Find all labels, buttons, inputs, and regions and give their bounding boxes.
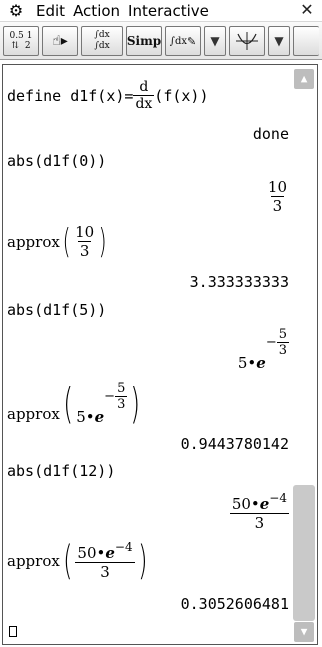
right-paren: ) — [98, 221, 107, 262]
input-3-den: 3 — [77, 241, 92, 260]
input-3-fn: approx — [7, 232, 60, 251]
arrow-icon: ⇅ — [11, 41, 19, 51]
input-7-num: 50• e −4 — [75, 540, 134, 562]
input-line-5[interactable]: approx ( 5• e − 5 3 ) — [7, 381, 144, 426]
result-2-den: 3 — [270, 196, 285, 215]
result-4-e: e — [256, 354, 266, 372]
output-line-4: 5• e − 5 3 — [238, 327, 289, 372]
derivative-operator: d dx — [133, 79, 155, 112]
output-line-3: 3.333333333 — [189, 273, 289, 291]
integral-top-label: ∫dx — [94, 30, 110, 40]
integral-label: ∫dx — [169, 35, 188, 47]
left-paren: ( — [63, 378, 73, 428]
input-5-expr: 5• e − 5 3 — [76, 381, 128, 426]
pencil-icon: ✎ — [187, 34, 197, 48]
input-line-4[interactable]: abs(d1f(5)) — [7, 301, 106, 319]
output-line-7: 0.3052606481 — [180, 595, 289, 613]
simp-button[interactable]: Simp — [126, 26, 162, 56]
close-icon[interactable]: ✕ — [298, 1, 316, 19]
input-line-6[interactable]: abs(d1f(12)) — [7, 462, 115, 480]
derivative-d: d — [139, 79, 149, 95]
output-line-1: done — [252, 125, 289, 143]
input-cursor[interactable] — [9, 626, 17, 637]
input-5-exp-den: 3 — [115, 396, 128, 412]
scroll-up-icon[interactable]: ▲ — [294, 69, 314, 89]
result-4-exp-sign: − — [265, 335, 277, 350]
menu-interactive[interactable]: Interactive — [128, 2, 209, 20]
result-4-exp-num: 5 — [278, 327, 287, 342]
input-5-exponent: − 5 3 — [104, 381, 128, 412]
dropdown-arrow-2[interactable]: ▼ — [268, 26, 290, 56]
integral-edit-button[interactable]: ∫dx ✎ — [165, 26, 201, 56]
toolbar: 0.5 1 ⇅ 2 ☝▸ ∫dx ∫dx Simp ∫dx ✎ ▼ ▼ — [0, 22, 322, 60]
output-line-5: 0.9443780142 — [180, 435, 289, 453]
result-6-e: e — [259, 495, 270, 513]
integral-bottom-label: ∫dx — [94, 41, 110, 51]
decimal-label: 0.5 — [9, 31, 24, 41]
result-4-exp-frac: 5 3 — [276, 327, 289, 358]
result-6-num: 50• e −4 — [230, 491, 289, 513]
output-line-6: 50• e −4 3 — [229, 491, 289, 532]
left-paren: ( — [62, 537, 73, 584]
input-7-fn: approx — [7, 551, 60, 570]
result-2-num: 10 — [267, 178, 287, 196]
menu-edit[interactable]: Edit — [36, 2, 65, 20]
derivative-dx: dx — [133, 95, 155, 112]
input-line-1[interactable]: define d1f(x)= d dx (f(x)) — [7, 79, 208, 112]
result-2-fraction: 10 3 — [266, 178, 289, 215]
input-5-fn: approx — [7, 404, 60, 423]
menu-bar: ⚙ Edit Action Interactive ✕ — [0, 0, 322, 22]
input-7-exp: −4 — [114, 540, 133, 554]
input-7-e: e — [105, 544, 115, 562]
graph-button[interactable] — [229, 26, 265, 56]
fraction-bottom: 2 — [24, 41, 31, 51]
hand-pointer-icon: ☝▸ — [52, 33, 68, 49]
input-1-prefix: define d1f(x)= — [7, 86, 134, 105]
output-line-2: 10 3 — [266, 178, 289, 215]
input-line-7[interactable]: approx ( 50• e −4 3 ) — [7, 540, 150, 581]
result-6-den: 3 — [229, 513, 289, 532]
dropdown-arrow-1[interactable]: ▼ — [204, 26, 226, 56]
scroll-down-icon[interactable]: ▼ — [294, 622, 314, 642]
input-line-2[interactable]: abs(d1f(0)) — [7, 152, 106, 170]
toolbar-more[interactable] — [293, 26, 319, 56]
result-6-coef: 50• — [231, 495, 260, 513]
fraction-decimal-button[interactable]: 0.5 1 ⇅ 2 — [3, 26, 39, 56]
input-5-coef: 5• — [76, 408, 95, 426]
result-4-exp-den: 3 — [276, 342, 289, 358]
input-5-exp-num: 5 — [117, 381, 126, 396]
left-paren: ( — [62, 221, 71, 262]
input-5-e: e — [94, 408, 105, 426]
integral-derivative-button[interactable]: ∫dx ∫dx — [81, 26, 123, 56]
input-3-fraction: 10 3 — [73, 223, 96, 260]
fraction-top: 1 — [26, 31, 33, 41]
result-6-exp: −4 — [269, 491, 287, 505]
graph-icon — [236, 32, 258, 50]
gear-icon[interactable]: ⚙ — [4, 1, 28, 20]
right-paren: ) — [130, 378, 141, 428]
result-4-exponent: − 5 3 — [266, 327, 289, 358]
input-5-exp-sign: − — [104, 389, 116, 404]
input-7-fraction: 50• e −4 3 — [75, 540, 135, 581]
input-5-exp-frac: 5 3 — [115, 381, 128, 412]
vertical-scrollbar[interactable]: ▲ ▼ — [293, 67, 315, 642]
right-paren: ) — [137, 537, 148, 584]
result-6-fraction: 50• e −4 3 — [229, 491, 289, 532]
menu-action[interactable]: Action — [73, 2, 120, 20]
scroll-thumb[interactable] — [293, 485, 315, 621]
input-1-suffix: (f(x)) — [154, 86, 209, 105]
input-3-num: 10 — [75, 223, 95, 241]
input-7-coef: 50• — [77, 544, 106, 562]
main-worksheet[interactable]: define d1f(x)= d dx (f(x)) done abs(d1f(… — [2, 64, 318, 645]
input-line-3[interactable]: approx ( 10 3 ) — [7, 223, 109, 260]
pointer-button[interactable]: ☝▸ — [42, 26, 78, 56]
input-7-den: 3 — [75, 562, 135, 581]
result-4-coef: 5• — [237, 354, 257, 372]
